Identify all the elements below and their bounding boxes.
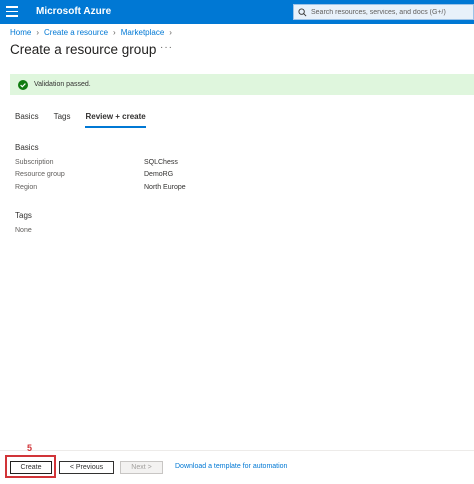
- next-button[interactable]: Next >: [120, 461, 163, 474]
- hamburger-menu-icon[interactable]: [6, 6, 18, 18]
- tab-tags[interactable]: Tags: [54, 112, 71, 128]
- tab-review-create[interactable]: Review + create: [85, 112, 146, 128]
- breadcrumb-home[interactable]: Home: [10, 28, 31, 37]
- top-bar: Microsoft Azure Search resources, servic…: [0, 0, 474, 24]
- search-icon: [298, 7, 307, 16]
- section-title-tags: Tags: [15, 211, 32, 220]
- previous-button[interactable]: < Previous: [59, 461, 114, 474]
- brand-title[interactable]: Microsoft Azure: [36, 6, 111, 17]
- chevron-right-icon: ›: [169, 28, 172, 37]
- validation-message: Validation passed.: [34, 81, 91, 88]
- more-icon[interactable]: ···: [160, 42, 173, 53]
- tags-empty-text: None: [15, 227, 32, 234]
- tab-bar: Basics Tags Review + create: [15, 112, 161, 128]
- page-title: Create a resource group: [10, 42, 157, 57]
- value-region: North Europe: [144, 184, 186, 191]
- label-region: Region: [15, 184, 38, 191]
- breadcrumb-marketplace[interactable]: Marketplace: [121, 28, 165, 37]
- create-button[interactable]: Create: [10, 461, 52, 474]
- tab-basics[interactable]: Basics: [15, 112, 39, 128]
- section-title-basics: Basics: [15, 143, 39, 152]
- breadcrumb: Home › Create a resource › Marketplace ›: [10, 28, 177, 37]
- search-box[interactable]: Search resources, services, and docs (G+…: [293, 4, 474, 20]
- chevron-right-icon: ›: [113, 28, 116, 37]
- chevron-right-icon: ›: [36, 28, 40, 37]
- check-circle-icon: [18, 79, 28, 90]
- label-subscription: Subscription: [15, 159, 54, 166]
- value-subscription: SQLChess: [144, 159, 178, 166]
- search-input[interactable]: Search resources, services, and docs (G+…: [311, 9, 446, 16]
- step-number: 5: [27, 443, 33, 453]
- download-template-link[interactable]: Download a template for automation: [175, 463, 287, 470]
- value-resource-group: DemoRG: [144, 171, 174, 178]
- validation-banner: Validation passed.: [10, 74, 474, 95]
- breadcrumb-create-resource[interactable]: Create a resource: [44, 28, 108, 37]
- label-resource-group: Resource group: [15, 171, 65, 178]
